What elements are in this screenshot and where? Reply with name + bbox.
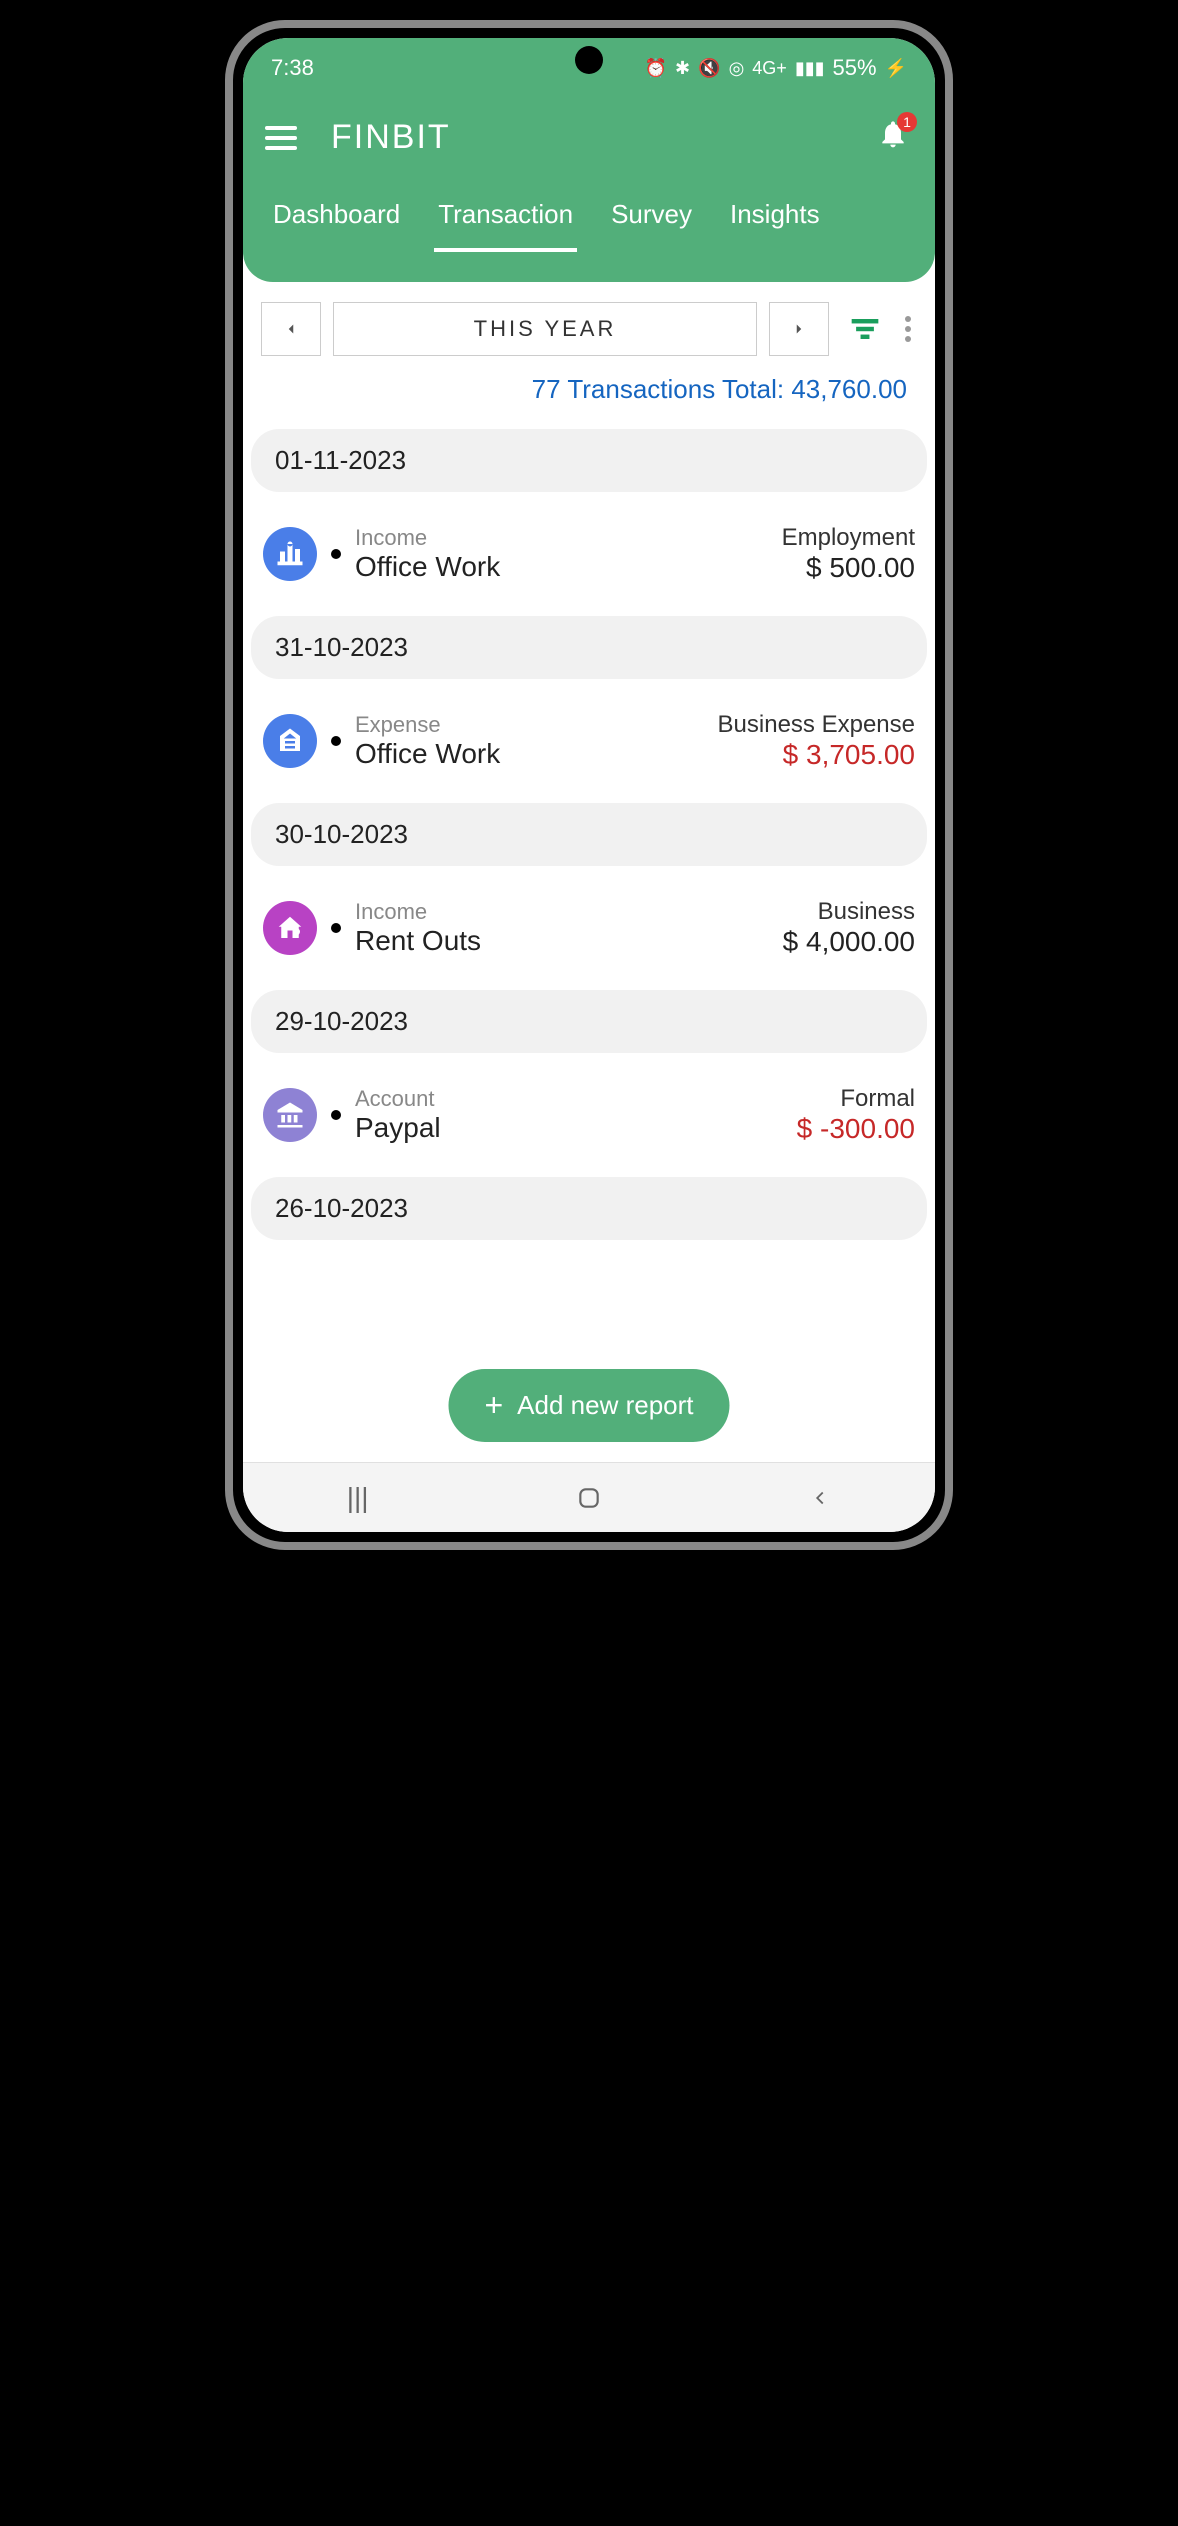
back-button[interactable] [809, 1487, 831, 1509]
app-title: FINBIT [331, 118, 451, 157]
tx-details: Income Office Work [355, 525, 768, 583]
transaction-item[interactable]: Expense Office Work Business Expense $ 3… [243, 683, 935, 799]
tab-transaction[interactable]: Transaction [434, 187, 577, 252]
tab-dashboard[interactable]: Dashboard [269, 187, 404, 252]
hotspot-icon: ◎ [729, 58, 745, 79]
tx-details: Account Paypal [355, 1086, 783, 1144]
add-report-button[interactable]: + Add new report [448, 1369, 729, 1442]
transaction-icon [263, 1088, 317, 1142]
tx-amount: $ 500.00 [782, 552, 915, 584]
tx-type: Account [355, 1086, 783, 1112]
tx-amount: $ 3,705.00 [718, 739, 915, 771]
tx-dot [331, 923, 341, 933]
tx-right: Business Expense $ 3,705.00 [718, 711, 915, 771]
tx-amount: $ 4,000.00 [783, 926, 915, 958]
tx-category: Business [783, 898, 915, 926]
battery-percent: 55% [833, 55, 877, 81]
transaction-icon [263, 527, 317, 581]
phone-frame: 7:38 ⏰ ✱ 🔇 ◎ 4G+ ▮▮▮ 55% ⚡ FINBIT 1 [225, 20, 953, 1550]
tx-type: Income [355, 525, 768, 551]
date-prev-button[interactable] [261, 302, 321, 356]
tx-name: Office Work [355, 551, 768, 583]
camera-notch [575, 46, 603, 74]
tx-details: Income Rent Outs [355, 899, 769, 957]
header-round [243, 252, 935, 282]
date-range-label[interactable]: THIS YEAR [333, 302, 757, 356]
menu-button[interactable] [261, 122, 301, 154]
tx-category: Business Expense [718, 711, 915, 739]
tx-dot [331, 1110, 341, 1120]
tx-type: Expense [355, 712, 704, 738]
network-icon: 4G+ [752, 58, 787, 79]
tx-amount: $ -300.00 [797, 1113, 915, 1145]
tabs: Dashboard Transaction Survey Insights [261, 187, 917, 252]
tx-category: Employment [782, 524, 915, 552]
date-header: 29-10-2023 [251, 990, 927, 1053]
tx-right: Business $ 4,000.00 [783, 898, 915, 958]
notifications-button[interactable]: 1 [877, 118, 909, 155]
tx-right: Formal $ -300.00 [797, 1085, 915, 1145]
tab-insights[interactable]: Insights [726, 187, 824, 252]
tx-details: Expense Office Work [355, 712, 704, 770]
tx-right: Employment $ 500.00 [782, 524, 915, 584]
transaction-icon [263, 901, 317, 955]
home-button[interactable] [576, 1485, 602, 1511]
fab-label: Add new report [517, 1390, 693, 1421]
plus-icon: + [484, 1387, 503, 1424]
tx-dot [331, 549, 341, 559]
signal-icon: ▮▮▮ [795, 58, 825, 79]
alarm-icon: ⏰ [645, 58, 667, 79]
transaction-item[interactable]: Income Office Work Employment $ 500.00 [243, 496, 935, 612]
more-options-button[interactable] [899, 310, 917, 348]
chevron-left-icon [282, 320, 300, 338]
date-next-button[interactable] [769, 302, 829, 356]
filter-icon[interactable] [851, 319, 879, 339]
app-header: FINBIT 1 Dashboard Transaction Survey Insig… [243, 98, 935, 252]
date-header: 30-10-2023 [251, 803, 927, 866]
date-header: 01-11-2023 [251, 429, 927, 492]
tx-type: Income [355, 899, 769, 925]
status-icons: ⏰ ✱ 🔇 ◎ 4G+ ▮▮▮ 55% ⚡ [645, 55, 907, 81]
transactions-summary: 77 Transactions Total: 43,760.00 [243, 366, 935, 425]
bluetooth-icon: ✱ [675, 58, 690, 79]
transaction-item[interactable]: Account Paypal Formal $ -300.00 [243, 1057, 935, 1173]
tx-name: Office Work [355, 738, 704, 770]
chevron-right-icon [790, 320, 808, 338]
transaction-list: 01-11-2023 Income Office Work Employment… [243, 429, 935, 1240]
date-header: 26-10-2023 [251, 1177, 927, 1240]
screen: 7:38 ⏰ ✱ 🔇 ◎ 4G+ ▮▮▮ 55% ⚡ FINBIT 1 [243, 38, 935, 1532]
transaction-icon [263, 714, 317, 768]
content-area[interactable]: THIS YEAR 77 Transactions Total: 43,760.… [243, 282, 935, 1462]
tx-category: Formal [797, 1085, 915, 1113]
tab-survey[interactable]: Survey [607, 187, 696, 252]
recents-button[interactable]: ||| [347, 1482, 369, 1514]
date-header: 31-10-2023 [251, 616, 927, 679]
system-nav-bar: ||| [243, 1462, 935, 1532]
tx-name: Rent Outs [355, 925, 769, 957]
notification-badge: 1 [897, 112, 917, 132]
tx-dot [331, 736, 341, 746]
battery-icon: ⚡ [885, 58, 907, 79]
status-time: 7:38 [271, 55, 314, 81]
transaction-item[interactable]: Income Rent Outs Business $ 4,000.00 [243, 870, 935, 986]
mute-icon: 🔇 [698, 58, 720, 79]
tx-name: Paypal [355, 1112, 783, 1144]
date-selector: THIS YEAR [243, 282, 935, 366]
